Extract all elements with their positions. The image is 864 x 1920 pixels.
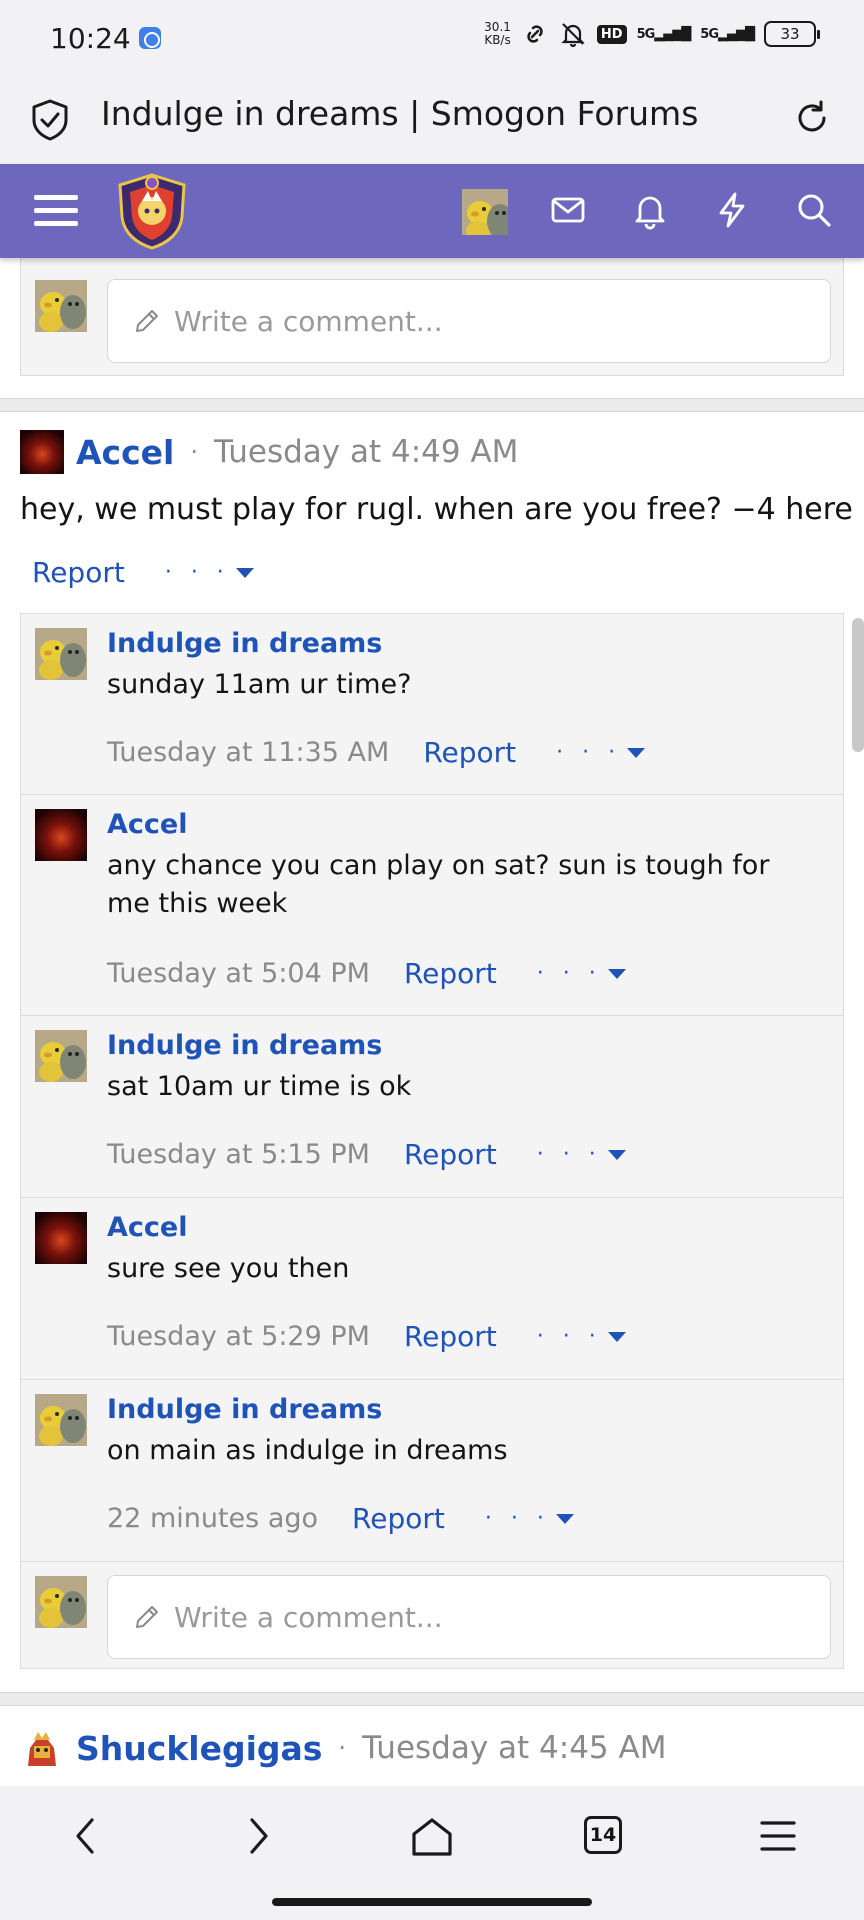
smogon-logo-icon[interactable] [114, 171, 190, 251]
security-shield-icon[interactable] [30, 98, 70, 142]
inbox-envelope-icon[interactable] [548, 190, 588, 230]
alerts-bell-icon[interactable] [630, 190, 670, 230]
status-indicators: 30.1 KB/s HD 5G▂▄▆█ 5G▂▄▆█ 33 [484, 20, 820, 48]
comment-author-link[interactable]: Indulge in dreams [107, 1394, 382, 1425]
report-link[interactable]: Report [404, 1320, 497, 1353]
comment-meta: Tuesday at 5:15 PM Report · · · [107, 1138, 626, 1171]
comment-time[interactable]: Tuesday at 5:15 PM [107, 1139, 370, 1170]
comment-text: sat 10am ur time is ok [107, 1071, 412, 1102]
post-actions: Report · · · [32, 556, 254, 589]
browser-menu-icon[interactable] [754, 1812, 802, 1860]
post-date-link[interactable]: Tuesday at 4:49 AM [214, 434, 518, 470]
comment-author-link[interactable]: Accel [107, 809, 187, 840]
next-post-header: Shucklegigas · Tuesday at 4:45 AM [20, 1726, 666, 1770]
comment-author-link[interactable]: Indulge in dreams [107, 1030, 382, 1061]
comment-text: any chance you can play on sat? sun is t… [107, 850, 770, 919]
comment-time[interactable]: Tuesday at 5:04 PM [107, 958, 370, 989]
author-avatar[interactable] [20, 430, 64, 474]
comment-text: sure see you then [107, 1253, 350, 1284]
page-title[interactable]: Indulge in dreams | Smogon Forums [101, 94, 698, 133]
forward-arrow-icon[interactable] [234, 1812, 282, 1860]
post-separator [0, 1692, 864, 1706]
caret-down-icon [607, 1149, 626, 1160]
caret-down-icon [555, 1513, 574, 1524]
search-icon[interactable] [794, 190, 834, 230]
status-bar: 10:24 30.1 KB/s HD 5G▂▄▆█ 5G▂▄▆█ 33 [0, 0, 864, 76]
comment-item: Accel sure see you then Tuesday at 5:29 … [21, 1198, 843, 1380]
report-link[interactable]: Report [352, 1502, 445, 1535]
comment-author-avatar[interactable] [35, 809, 87, 861]
author-avatar[interactable] [20, 1726, 64, 1770]
report-link[interactable]: Report [404, 1138, 497, 1171]
comment-meta: Tuesday at 11:35 AM Report · · · [107, 736, 646, 769]
write-comment-input[interactable]: Write a comment... [107, 1575, 831, 1659]
comment-author-avatar[interactable] [35, 628, 87, 680]
pencil-icon [136, 310, 158, 332]
network-speed: 30.1 KB/s [484, 20, 511, 47]
comment-time[interactable]: Tuesday at 11:35 AM [107, 737, 389, 768]
user-avatar[interactable] [462, 189, 508, 235]
pencil-icon [136, 1606, 158, 1628]
comment-text: sunday 11am ur time? [107, 669, 412, 700]
comment-time[interactable]: 22 minutes ago [107, 1503, 318, 1534]
signal-strength-icon-2: 5G▂▄▆█ [700, 26, 755, 42]
signal-strength-icon-1: 5G▂▄▆█ [636, 26, 692, 42]
more-options-menu[interactable]: · · · [537, 1142, 626, 1167]
commenter-avatar [35, 1576, 87, 1628]
tabs-switcher-icon[interactable]: 14 [584, 1816, 622, 1854]
comment-meta: Tuesday at 5:29 PM Report · · · [107, 1320, 626, 1353]
more-options-menu[interactable]: · · · [537, 1324, 626, 1349]
hd-voice-badge: HD [596, 24, 627, 44]
report-link[interactable]: Report [32, 556, 125, 589]
comment-item: Accel any chance you can play on sat? su… [21, 795, 843, 1016]
more-options-menu[interactable]: · · · [537, 961, 626, 986]
whats-new-bolt-icon[interactable] [712, 190, 752, 230]
more-options-menu[interactable]: · · · [165, 560, 254, 585]
battery-icon: 33 [764, 21, 820, 47]
status-time: 10:24 [50, 22, 131, 55]
caret-down-icon [627, 747, 646, 758]
more-options-menu[interactable]: · · · [556, 740, 646, 765]
profile-post-header: Accel · Tuesday at 4:49 AM [20, 430, 518, 474]
caret-down-icon [607, 1331, 626, 1342]
commenter-avatar [35, 280, 87, 332]
report-link[interactable]: Report [423, 736, 516, 769]
post-date-link[interactable]: Tuesday at 4:45 AM [362, 1730, 666, 1766]
hotspot-link-icon [527, 25, 543, 43]
comment-item: Indulge in dreams sat 10am ur time is ok… [21, 1016, 843, 1198]
comment-meta: Tuesday at 5:04 PM Report · · · [107, 957, 626, 990]
home-icon[interactable] [408, 1812, 456, 1860]
back-arrow-icon[interactable] [62, 1812, 110, 1860]
comment-meta: 22 minutes ago Report · · · [107, 1502, 574, 1535]
app-notification-icon [139, 27, 161, 49]
comment-author-avatar[interactable] [35, 1212, 87, 1264]
post-separator [0, 398, 864, 412]
gesture-home-indicator[interactable] [272, 1898, 592, 1906]
previous-post-comment-area: Write a comment... [20, 258, 844, 376]
post-author-link[interactable]: Shucklegigas [76, 1729, 322, 1768]
report-link[interactable]: Report [404, 957, 497, 990]
comment-author-avatar[interactable] [35, 1394, 87, 1446]
comment-author-link[interactable]: Accel [107, 1212, 187, 1243]
post-author-link[interactable]: Accel [76, 433, 174, 472]
forum-navigation-bar [0, 164, 864, 258]
mute-bell-icon [561, 23, 585, 48]
more-options-menu[interactable]: · · · [485, 1506, 574, 1531]
comment-time[interactable]: Tuesday at 5:29 PM [107, 1321, 370, 1352]
profile-post-body: hey, we must play for rugl. when are you… [20, 492, 853, 527]
comment-author-avatar[interactable] [35, 1030, 87, 1082]
page-scrollbar[interactable] [852, 618, 864, 752]
browser-address-bar[interactable]: Indulge in dreams | Smogon Forums [0, 76, 864, 164]
comments-list: Indulge in dreams sunday 11am ur time? T… [20, 613, 844, 1669]
caret-down-icon [235, 567, 254, 578]
comment-item: Indulge in dreams on main as indulge in … [21, 1380, 843, 1562]
write-comment-input[interactable]: Write a comment... [107, 279, 831, 363]
reload-icon[interactable] [790, 96, 834, 140]
caret-down-icon [607, 968, 626, 979]
comment-text: on main as indulge in dreams [107, 1435, 508, 1466]
comment-item: Indulge in dreams sunday 11am ur time? T… [21, 614, 843, 795]
hamburger-menu-icon[interactable] [32, 189, 80, 233]
comment-author-link[interactable]: Indulge in dreams [107, 628, 382, 659]
